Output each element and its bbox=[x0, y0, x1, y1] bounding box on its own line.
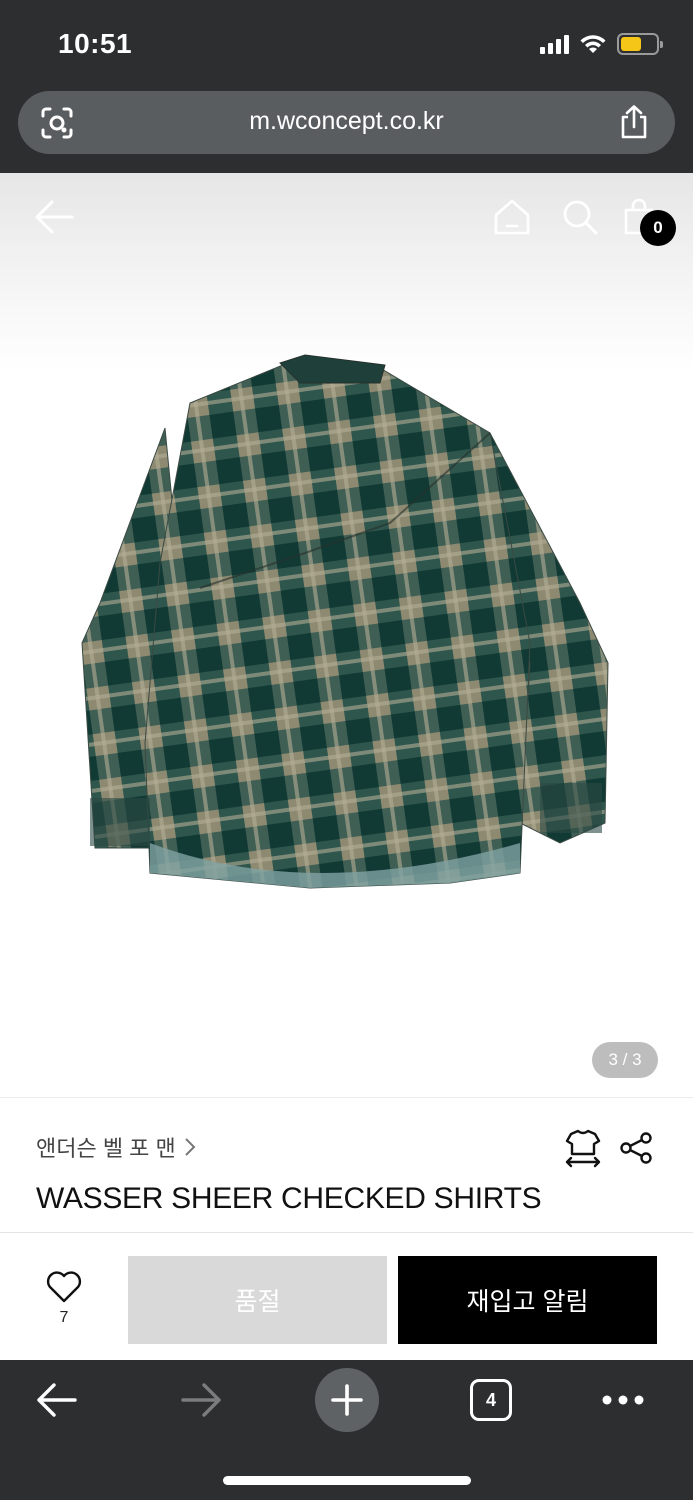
size-guide-icon[interactable] bbox=[563, 1128, 603, 1168]
product-info: 앤더슨 벨 포 맨 WASSER SHEER CHECKED SHIRTS bbox=[0, 1097, 693, 1232]
home-icon[interactable] bbox=[493, 198, 531, 236]
url-text[interactable]: m.wconcept.co.kr bbox=[18, 107, 675, 136]
share-network-icon[interactable] bbox=[619, 1132, 653, 1164]
address-bar[interactable]: m.wconcept.co.kr bbox=[18, 91, 675, 154]
more-icon[interactable] bbox=[600, 1388, 646, 1412]
search-icon[interactable] bbox=[561, 198, 599, 236]
cellular-signal-icon bbox=[540, 34, 569, 54]
chevron-right-icon bbox=[185, 1138, 196, 1156]
back-arrow-icon[interactable] bbox=[34, 199, 74, 235]
tabs-icon[interactable]: 4 bbox=[470, 1379, 512, 1421]
restock-alert-button[interactable]: 재입고 알림 bbox=[398, 1256, 657, 1344]
like-count: 7 bbox=[59, 1309, 69, 1326]
soldout-button[interactable]: 품절 bbox=[128, 1256, 387, 1344]
home-indicator bbox=[223, 1476, 471, 1485]
gallery-page-indicator: 3 / 3 bbox=[592, 1042, 658, 1078]
browser-toolbar: 4 bbox=[0, 1360, 693, 1500]
brand-name[interactable]: 앤더슨 벨 포 맨 bbox=[36, 1131, 176, 1163]
battery-icon bbox=[617, 33, 663, 55]
browser-forward-icon[interactable] bbox=[180, 1380, 224, 1420]
brand-link[interactable]: 앤더슨 벨 포 맨 bbox=[36, 1131, 196, 1163]
plus-icon bbox=[331, 1384, 363, 1416]
status-icons bbox=[540, 30, 663, 58]
new-tab-button[interactable] bbox=[315, 1368, 379, 1432]
cart-count-badge[interactable]: 0 bbox=[640, 210, 676, 246]
browser-back-icon[interactable] bbox=[34, 1380, 78, 1420]
status-time: 10:51 bbox=[58, 28, 133, 59]
product-gallery[interactable]: 0 3 / 3 bbox=[0, 173, 693, 1097]
share-icon[interactable] bbox=[619, 105, 649, 139]
wifi-icon bbox=[580, 35, 606, 53]
heart-icon[interactable] bbox=[46, 1271, 82, 1303]
like-button[interactable]: 7 bbox=[40, 1271, 88, 1327]
product-image bbox=[81, 354, 609, 889]
browser-top-chrome: 10:51 m.wconcept.co.kr bbox=[0, 0, 693, 173]
purchase-action-bar: 7 품절 재입고 알림 bbox=[0, 1232, 693, 1360]
product-name: WASSER SHEER CHECKED SHIRTS bbox=[36, 1182, 542, 1215]
